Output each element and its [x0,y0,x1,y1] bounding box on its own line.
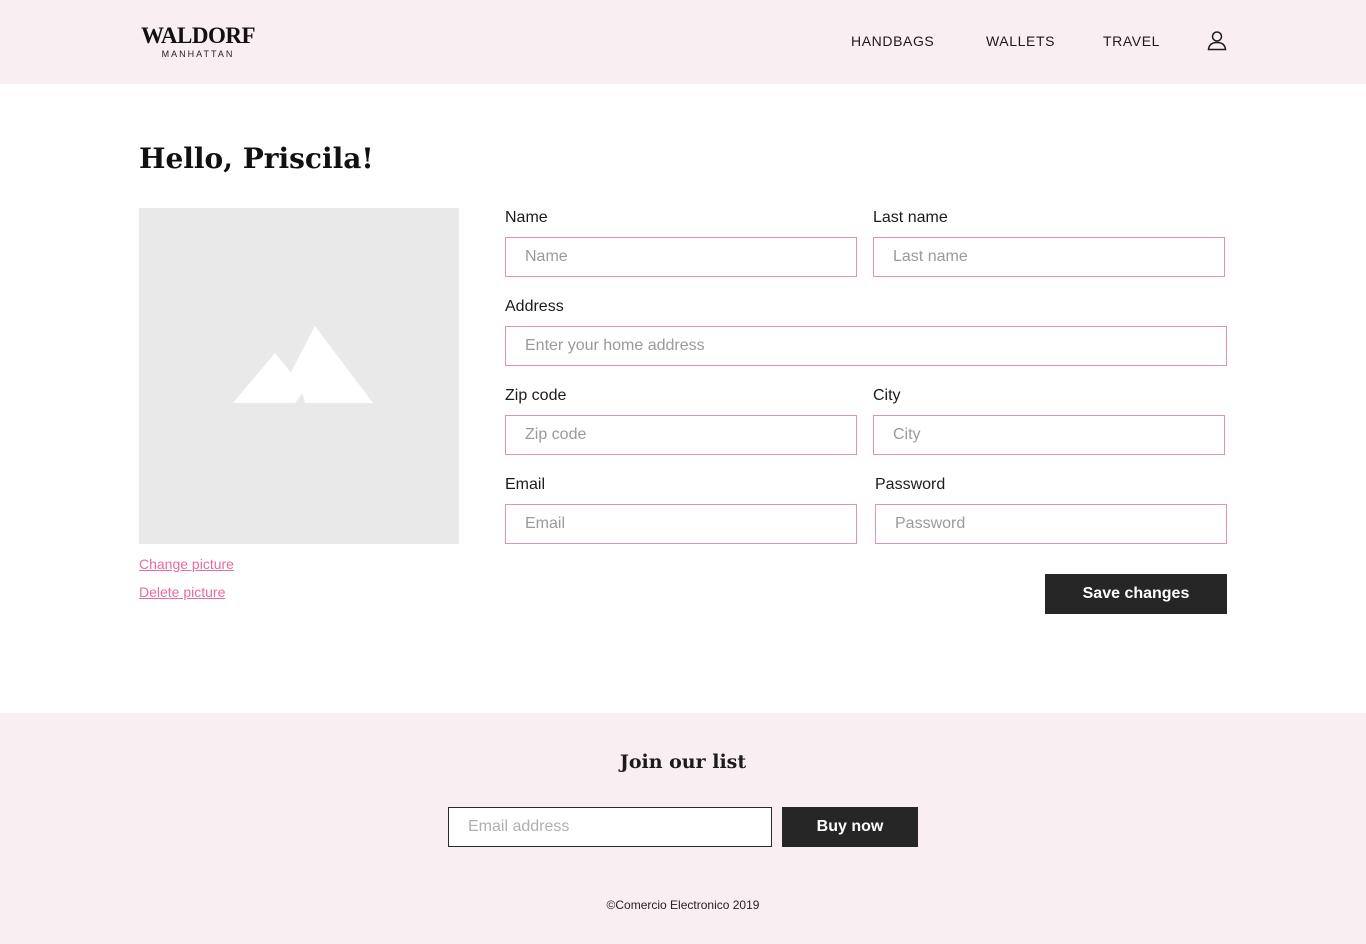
email-label: Email [505,476,546,493]
last-name-field[interactable] [873,237,1225,277]
user-icon[interactable] [1206,30,1228,52]
last-name-label: Last name [873,209,948,226]
copyright-text: ©Comercio Electronico 2019 [606,898,760,912]
zip-code-label: Zip code [505,387,567,404]
buy-now-button[interactable]: Buy now [782,807,918,847]
password-label: Password [875,476,946,493]
site-header: WALDORF MANHATTAN HANDBAGS WALLETS TRAVE… [0,0,1366,84]
city-label: City [873,387,901,404]
page-title: Hello, Priscila! [139,142,374,175]
newsletter-title: Join our list [619,751,747,773]
name-label: Name [505,209,548,226]
password-field[interactable] [875,504,1227,544]
logo-wordmark: WALDORF [140,23,256,48]
profile-picture [139,208,459,544]
newsletter-email-input[interactable] [448,807,772,847]
logo-subtitle: MANHATTAN [161,49,235,59]
nav-wallets[interactable]: WALLETS [986,33,1055,49]
change-picture-link[interactable]: Change picture [139,556,234,572]
image-placeholder-icon [233,326,373,403]
city-field[interactable] [873,415,1225,455]
zip-code-field[interactable] [505,415,857,455]
nav-travel[interactable]: TRAVEL [1103,33,1160,49]
delete-picture-link[interactable]: Delete picture [139,584,225,600]
logo[interactable]: WALDORF MANHATTAN [138,24,258,60]
address-field[interactable] [505,326,1227,366]
save-changes-button[interactable]: Save changes [1045,574,1227,614]
site-footer: Join our list Buy now ©Comercio Electron… [0,713,1366,944]
nav-handbags[interactable]: HANDBAGS [851,33,934,49]
address-label: Address [505,298,564,315]
email-field[interactable] [505,504,857,544]
name-field[interactable] [505,237,857,277]
